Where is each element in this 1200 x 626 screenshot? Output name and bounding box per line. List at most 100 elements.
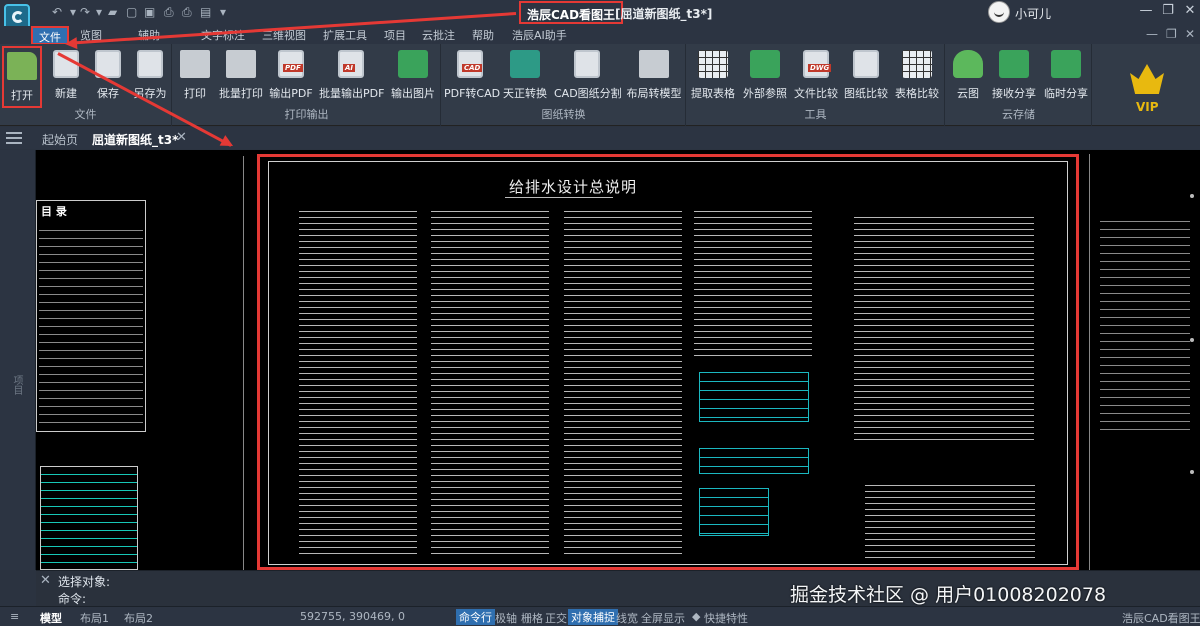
command-close-icon[interactable]: ✕ <box>40 573 51 588</box>
redo-icon[interactable]: ↷ <box>80 5 90 19</box>
table-compare-button[interactable]: 表格比较 <box>893 46 941 104</box>
print-quick-icon[interactable]: ⎙ <box>164 5 174 20</box>
menu-project[interactable]: 项目 <box>384 27 406 43</box>
minimize-button[interactable]: — <box>1136 3 1156 18</box>
ribbon-group-drawing-convert: CAD PDF转CAD 天正转换 CAD图纸分割 布局转模型 图纸转换 <box>442 44 686 126</box>
toggle-command-line[interactable]: 命令行 <box>456 609 495 625</box>
ribbon-group-title: 图纸转换 <box>541 108 586 121</box>
close-button[interactable]: ✕ <box>1180 3 1200 18</box>
restore-button[interactable]: ❐ <box>1158 3 1178 18</box>
new-button[interactable]: 新建 <box>47 46 85 104</box>
batch-export-pdf-button[interactable]: AI 批量输出PDF <box>319 46 384 104</box>
tab-current-drawing[interactable]: 屈道新图纸_t3* <box>92 131 178 148</box>
external-reference-button[interactable]: 外部参照 <box>741 46 789 104</box>
doc-close-icon[interactable]: ✕ <box>1185 27 1195 41</box>
tangent-convert-button[interactable]: 天正转换 <box>502 46 548 104</box>
redo-dropdown-icon[interactable]: ▾ <box>96 5 102 19</box>
layout-model-icon <box>639 50 669 78</box>
cloud-icon <box>953 50 983 78</box>
parameter-table-2 <box>699 448 809 474</box>
project-panel-label[interactable]: 项目 <box>9 375 24 395</box>
ribbon-group-title: 工具 <box>804 108 827 121</box>
menu-cloud-annotation[interactable]: 云批注 <box>422 27 455 43</box>
temporary-share-button[interactable]: 临时分享 <box>1042 46 1090 104</box>
left-drawing-sheet: 目 录 <box>36 156 244 570</box>
document-tab-strip: 起始页 屈道新图纸_t3* ✕ <box>0 127 1200 149</box>
ribbon-group-title: 文件 <box>74 108 97 121</box>
parameter-table-1 <box>699 372 809 422</box>
extract-table-button[interactable]: 提取表格 <box>689 46 737 104</box>
share-icon <box>1051 50 1081 78</box>
drawing-canvas[interactable]: 目 录 给排水设计总说明 <box>36 150 1200 570</box>
status-app-name: 浩辰CAD看图王 <box>1122 612 1200 625</box>
command-input[interactable]: 命令: <box>58 590 86 607</box>
hamburger-menu-icon[interactable] <box>6 132 22 144</box>
undo-icon[interactable]: ↶ <box>52 5 62 19</box>
toggle-fullscreen[interactable]: 全屏显示 <box>641 610 685 626</box>
pdf-to-cad-button[interactable]: CAD PDF转CAD <box>444 46 500 104</box>
receive-share-icon <box>999 50 1029 78</box>
doc-minimize-icon[interactable]: — <box>1146 27 1158 41</box>
edge-mark <box>1190 338 1194 342</box>
menu-extension-tools[interactable]: 扩展工具 <box>323 27 367 43</box>
doc-restore-icon[interactable]: ❐ <box>1166 27 1177 41</box>
tab-layout2[interactable]: 布局2 <box>124 610 153 626</box>
left-side-panel[interactable]: 项目 <box>0 150 36 570</box>
watermark: 掘金技术社区 @ 用户01008202078 <box>790 584 1107 606</box>
right-drawing-sheet <box>1089 154 1200 570</box>
username[interactable]: 小可儿 <box>1015 5 1051 22</box>
quick-properties-icon[interactable]: ◆ <box>692 610 700 623</box>
avatar[interactable] <box>988 1 1010 23</box>
tab-layout1[interactable]: 布局1 <box>80 610 109 626</box>
notes-column-3 <box>564 206 682 558</box>
toggle-quick-properties[interactable]: 快捷特性 <box>704 610 748 626</box>
open-button[interactable]: 打开 <box>2 46 42 108</box>
menu-help[interactable]: 帮助 <box>472 27 494 43</box>
export-quick-icon[interactable]: ▤ <box>200 5 211 19</box>
menu-file[interactable]: 文件 <box>31 26 69 45</box>
batch-print-quick-icon[interactable]: ⎙ <box>182 5 192 20</box>
toggle-object-snap[interactable]: 对象捕捉 <box>568 609 618 625</box>
drawing-compare-button[interactable]: 图纸比较 <box>843 46 889 104</box>
edge-mark <box>1190 194 1194 198</box>
toggle-ortho[interactable]: 正交 <box>545 610 567 626</box>
new-quick-icon[interactable]: ▢ <box>126 5 137 19</box>
tab-close-icon[interactable]: ✕ <box>176 130 187 145</box>
print-button[interactable]: 打印 <box>177 46 213 104</box>
material-table <box>865 480 1035 560</box>
export-pdf-button[interactable]: PDF 输出PDF <box>269 46 313 104</box>
export-image-button[interactable]: 输出图片 <box>389 46 437 104</box>
toggle-polar[interactable]: 极轴 <box>495 610 517 626</box>
batch-pdf-icon: AI <box>338 50 364 78</box>
batch-print-button[interactable]: 批量打印 <box>217 46 265 104</box>
menu-ai-assistant[interactable]: 浩辰AI助手 <box>512 27 567 43</box>
pdf-export-icon: PDF <box>278 50 304 78</box>
convert-arrows-icon <box>510 50 540 78</box>
vip-crown-icon[interactable] <box>1130 64 1164 94</box>
vip-label[interactable]: VIP <box>1136 100 1159 114</box>
layout-menu-icon[interactable]: ≡ <box>10 610 19 623</box>
tab-home[interactable]: 起始页 <box>42 131 78 148</box>
tab-model[interactable]: 模型 <box>40 610 62 626</box>
title-underline <box>505 197 613 198</box>
open-quick-icon[interactable]: ▰ <box>108 5 117 19</box>
layout-to-model-button[interactable]: 布局转模型 <box>626 46 682 104</box>
toggle-line-width[interactable]: 线宽 <box>616 610 638 626</box>
save-quick-icon[interactable]: ▣ <box>144 5 155 19</box>
legend-table <box>40 466 138 570</box>
notes-column-1 <box>299 206 417 558</box>
undo-dropdown-icon[interactable]: ▾ <box>70 5 76 19</box>
customize-quick-icon[interactable]: ▾ <box>220 5 226 19</box>
toggle-grid[interactable]: 栅格 <box>521 610 543 626</box>
cloud-drawing-button[interactable]: 云图 <box>950 46 986 104</box>
sheet-title: 给排水设计总说明 <box>509 178 638 196</box>
notes-column-2 <box>431 206 549 558</box>
ribbon-group-cloud-storage: 云图 接收分享 临时分享 云存储 <box>946 44 1092 126</box>
file-compare-button[interactable]: DWG 文件比较 <box>793 46 839 104</box>
edge-mark <box>1190 470 1194 474</box>
highlighted-main-sheet: 给排水设计总说明 <box>257 154 1079 570</box>
catalog-rows <box>39 223 143 423</box>
catalog-title: 目 录 <box>41 205 67 218</box>
cad-split-button[interactable]: CAD图纸分割 <box>554 46 622 104</box>
receive-share-button[interactable]: 接收分享 <box>990 46 1038 104</box>
